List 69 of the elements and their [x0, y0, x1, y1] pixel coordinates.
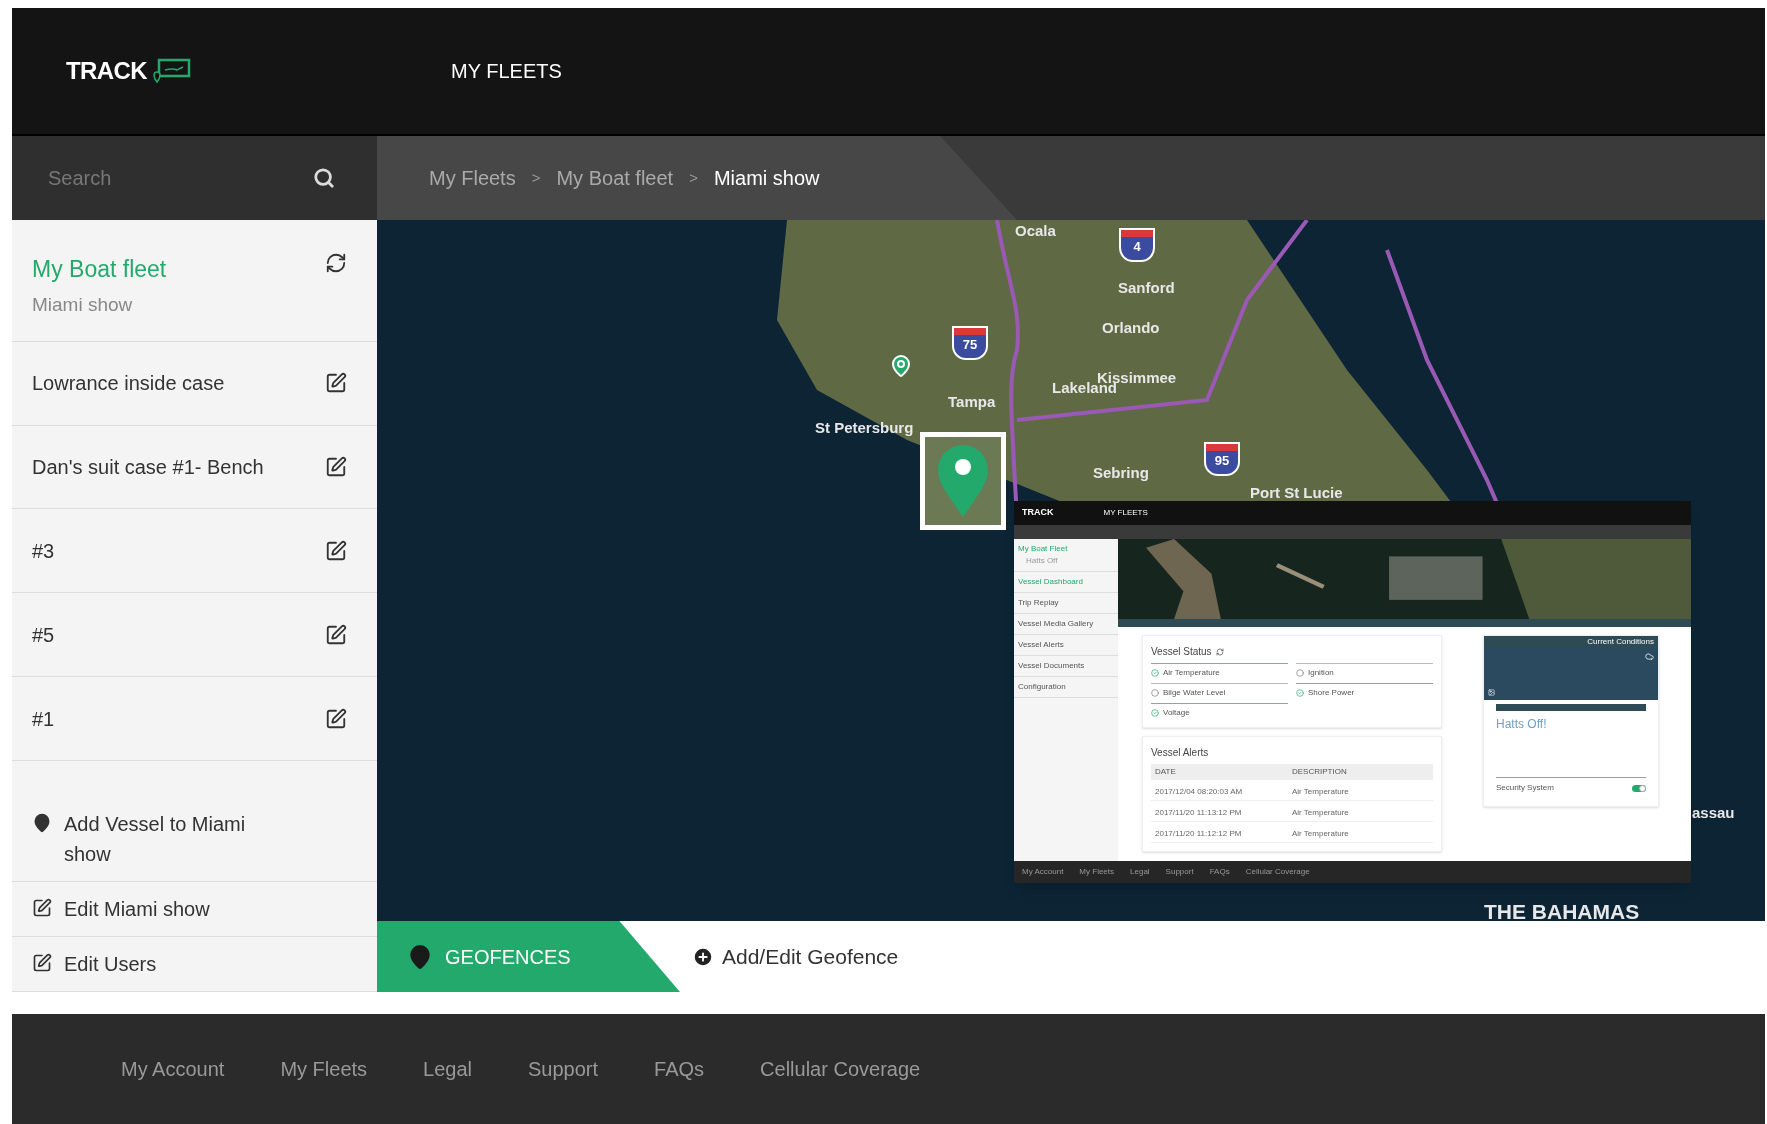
- map-place-label: Port St Lucie: [1250, 483, 1343, 503]
- map-place-label: Sebring: [1093, 463, 1149, 483]
- card-title: Vessel Status: [1151, 645, 1212, 659]
- edit-icon: [32, 898, 52, 918]
- image-icon: [1488, 689, 1495, 696]
- highway-shield: 95: [1204, 442, 1240, 476]
- breadcrumb-separator: >: [689, 167, 698, 188]
- table-cell-text: Air Temperature: [1292, 828, 1350, 840]
- map-pin-icon: [32, 813, 52, 833]
- cloud-icon: [1645, 652, 1654, 661]
- edit-icon[interactable]: [325, 707, 347, 730]
- vessel-name: Hatts Off!: [1496, 716, 1548, 733]
- map-pin-icon[interactable]: [889, 354, 913, 378]
- map-place-label: assau: [1692, 803, 1735, 823]
- search-bar[interactable]: Search: [12, 136, 377, 220]
- edit-icon: [32, 953, 52, 973]
- footer-link[interactable]: FAQs: [654, 1054, 705, 1084]
- map-place-label: Orlando: [1102, 318, 1160, 338]
- map-place-label: St Petersburg: [815, 418, 914, 438]
- fleet-subtitle: Miami show: [32, 292, 134, 317]
- edit-icon[interactable]: [325, 456, 347, 478]
- refresh-icon[interactable]: [325, 252, 347, 274]
- inset-vessel-name: Hatts Off: [1025, 555, 1059, 567]
- table-cell-text: 2017/11/20 11:13:12 PM: [1155, 807, 1243, 819]
- edit-icon[interactable]: [325, 372, 347, 395]
- footer-link[interactable]: Legal: [423, 1054, 472, 1084]
- map-pin-icon: [407, 943, 433, 970]
- map-place-label: Ocala: [1015, 221, 1056, 241]
- status-label: Ignition: [1308, 667, 1334, 679]
- toggle-label: Security System: [1496, 782, 1554, 794]
- plus-circle-icon: [692, 945, 714, 968]
- footer-link[interactable]: My Fleets: [280, 1054, 368, 1084]
- footer-link[interactable]: My Account: [121, 1054, 225, 1084]
- inset-fleet-title: My Boat Fleet: [1018, 543, 1069, 555]
- security-toggle[interactable]: [1632, 784, 1646, 792]
- status-label: Shore Power: [1308, 687, 1355, 699]
- map-place-label: Sanford: [1118, 278, 1175, 298]
- footer-link[interactable]: Cellular Coverage: [760, 1054, 921, 1084]
- selected-marker[interactable]: [920, 432, 1006, 530]
- logo-icon: [151, 58, 191, 84]
- status-label: Air Temperature: [1163, 667, 1220, 679]
- add-geofence-button[interactable]: Add/Edit Geofence: [692, 940, 899, 973]
- map-pin-icon: [938, 445, 988, 517]
- card-title: Vessel Alerts: [1151, 746, 1210, 760]
- status-label: Voltage: [1163, 707, 1190, 719]
- status-label: Bilge Water Level: [1163, 687, 1226, 699]
- breadcrumb-link[interactable]: My Boat fleet: [556, 163, 674, 193]
- edit-icon[interactable]: [325, 539, 347, 562]
- breadcrumb-link[interactable]: My Fleets: [429, 163, 516, 193]
- table-cell-text: 2017/11/20 11:12:12 PM: [1155, 828, 1243, 840]
- highway-shield: 75: [952, 326, 988, 360]
- footer-link[interactable]: Support: [528, 1054, 599, 1084]
- breadcrumb-separator: >: [531, 167, 541, 188]
- conditions-banner: Current Conditions: [1484, 636, 1658, 648]
- breadcrumb-current[interactable]: Miami show: [713, 163, 820, 193]
- map-place-label: THE BAHAMAS: [1484, 899, 1640, 921]
- nav-link[interactable]: MY FLEETS: [451, 56, 562, 86]
- table-cell-text: Air Temperature: [1292, 807, 1350, 819]
- search-field[interactable]: Search: [48, 163, 313, 193]
- edit-icon[interactable]: [325, 623, 347, 646]
- map-place-label: Tampa: [948, 392, 996, 412]
- table-cell-text: 2017/12/04 08:20:03 AM: [1155, 786, 1244, 798]
- logo-text: TRACK: [66, 56, 147, 86]
- table-cell-text: Air Temperature: [1292, 786, 1350, 798]
- highway-shield: 4: [1119, 228, 1155, 262]
- column-header: DESCRIPTION: [1292, 766, 1348, 778]
- inset-logo: TRACK: [1022, 506, 1054, 520]
- search-icon[interactable]: [313, 167, 335, 189]
- column-header: DATE: [1155, 766, 1177, 778]
